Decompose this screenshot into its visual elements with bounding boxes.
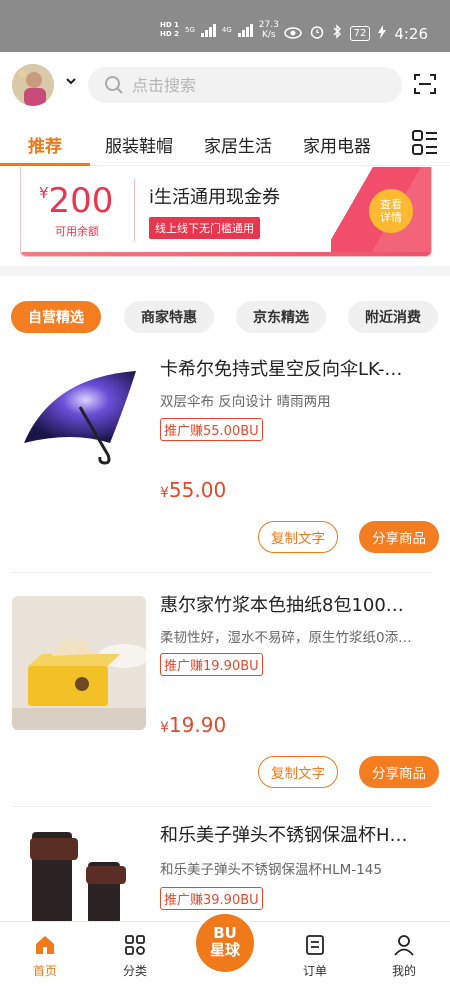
product-title[interactable]: 惠尔家竹浆本色抽纸8包100… [160, 591, 436, 617]
clock-time: 4:26 [394, 24, 428, 43]
product-desc: 柔韧性好，湿水不易碎，原生竹浆纸0添… [160, 630, 412, 646]
coupon-amount-value: 200 [48, 181, 114, 221]
nav-bu-planet[interactable]: BU 星球 [196, 914, 254, 972]
speed-value: 27.3 [258, 20, 279, 30]
commission-badge: 推广赚55.00BU [160, 418, 263, 441]
price-value: 19.90 [168, 713, 227, 737]
scan-icon[interactable] [413, 72, 437, 96]
chevron-down-icon[interactable] [64, 74, 78, 88]
filter-merchant-deals[interactable]: 商家特惠 [124, 301, 214, 333]
copy-text-button[interactable]: 复制文字 [258, 521, 338, 553]
bluetooth-icon [332, 24, 342, 43]
coupon-tag: 线上线下无门槛通用 [149, 217, 260, 239]
product-title[interactable]: 和乐美子弹头不锈钢保温杯H… [160, 821, 436, 847]
price-value: 55.00 [168, 478, 227, 502]
product-price: ¥55.00 [160, 478, 226, 502]
coupon-banner[interactable]: ¥200 可用余额 i生活通用现金券 线上线下无门槛通用 查看详情 [20, 167, 432, 257]
coupon-amount: ¥200 [39, 181, 113, 221]
status-bar: HD 1 HD 2 5G 4G 27.3 K/s 72 4:26 [0, 0, 450, 52]
home-icon [36, 936, 54, 954]
search-input[interactable] [132, 75, 372, 95]
charging-icon [378, 24, 387, 43]
hd2-label: HD 2 [160, 30, 179, 38]
category-menu-icon[interactable] [412, 130, 438, 156]
filter-nearby[interactable]: 附近消费 [348, 301, 438, 333]
commission-badge: 推广赚39.90BU [160, 887, 263, 910]
price-currency: ¥ [160, 720, 169, 736]
nav-center-line1: BU [213, 924, 237, 942]
signal-icon-2 [237, 23, 253, 37]
coupon-border [21, 252, 431, 256]
tab-apparel[interactable]: 服装鞋帽 [105, 132, 173, 157]
category-icon [125, 935, 145, 955]
hd-indicator: HD 1 HD 2 [160, 21, 179, 39]
alarm-icon [310, 25, 324, 43]
divider [12, 572, 432, 573]
share-product-button[interactable]: 分享商品 [359, 521, 439, 553]
product-title[interactable]: 卡希尔免持式星空反向伞LK-… [160, 355, 436, 381]
tab-appliances[interactable]: 家用电器 [303, 132, 371, 157]
product-image-umbrella[interactable] [12, 347, 146, 481]
nav-orders-label: 订单 [302, 964, 327, 978]
product-image-thermos[interactable] [12, 824, 146, 924]
coupon-title: i生活通用现金券 [149, 187, 281, 208]
product-desc: 和乐美子弹头不锈钢保温杯HLM-145 [160, 862, 382, 878]
nav-center-line2: 星球 [209, 941, 240, 959]
status-network: HD 1 HD 2 5G 4G 27.3 K/s [160, 20, 279, 40]
status-icons: 72 4:26 [283, 24, 428, 43]
section-divider [0, 266, 450, 276]
tab-underline [0, 163, 90, 166]
nav-mine-label: 我的 [391, 964, 416, 978]
price-currency: ¥ [160, 485, 169, 501]
network-speed: 27.3 K/s [259, 20, 279, 40]
commission-badge: 推广赚19.90BU [160, 653, 263, 676]
speed-unit: K/s [261, 30, 276, 40]
signal-icon [200, 23, 216, 37]
product-price: ¥19.90 [160, 713, 226, 737]
share-product-button[interactable]: 分享商品 [359, 756, 439, 788]
nav-mine[interactable]: 我的 [374, 934, 434, 979]
net-5g-label: 5G [184, 26, 195, 34]
tab-home-living[interactable]: 家居生活 [204, 132, 272, 157]
avatar[interactable] [12, 64, 54, 106]
category-tabs: 推荐 服装鞋帽 家居生活 家用电器 [0, 122, 450, 166]
search-bar[interactable] [88, 67, 402, 103]
filter-self-operated[interactable]: 自营精选 [11, 301, 101, 333]
copy-text-button[interactable]: 复制文字 [258, 756, 338, 788]
eye-icon [283, 25, 302, 43]
coupon-currency: ¥ [39, 184, 49, 202]
search-icon [105, 76, 123, 94]
coupon-separator [134, 179, 135, 241]
divider [12, 806, 432, 807]
product-desc: 双层伞布 反向设计 晴雨两用 [160, 394, 331, 410]
nav-home[interactable]: 首页 [15, 934, 75, 979]
battery-indicator: 72 [349, 26, 371, 41]
nav-home-label: 首页 [32, 964, 57, 978]
product-image-tissue[interactable] [12, 596, 146, 730]
bottom-nav: 首页 分类 BU 星球 订单 我的 [0, 914, 450, 990]
hd1-label: HD 1 [160, 21, 179, 29]
net-4g-label: 4G [221, 26, 232, 34]
coupon-amount-label: 可用余额 [55, 225, 99, 238]
orders-icon [306, 935, 324, 955]
tab-recommend[interactable]: 推荐 [28, 132, 62, 157]
nav-category-label: 分类 [122, 964, 147, 978]
filter-jd-selection[interactable]: 京东精选 [236, 301, 326, 333]
nav-orders[interactable]: 订单 [285, 934, 345, 979]
coupon-view-button[interactable]: 查看详情 [369, 189, 413, 233]
nav-category[interactable]: 分类 [105, 934, 165, 979]
user-icon [394, 935, 414, 956]
